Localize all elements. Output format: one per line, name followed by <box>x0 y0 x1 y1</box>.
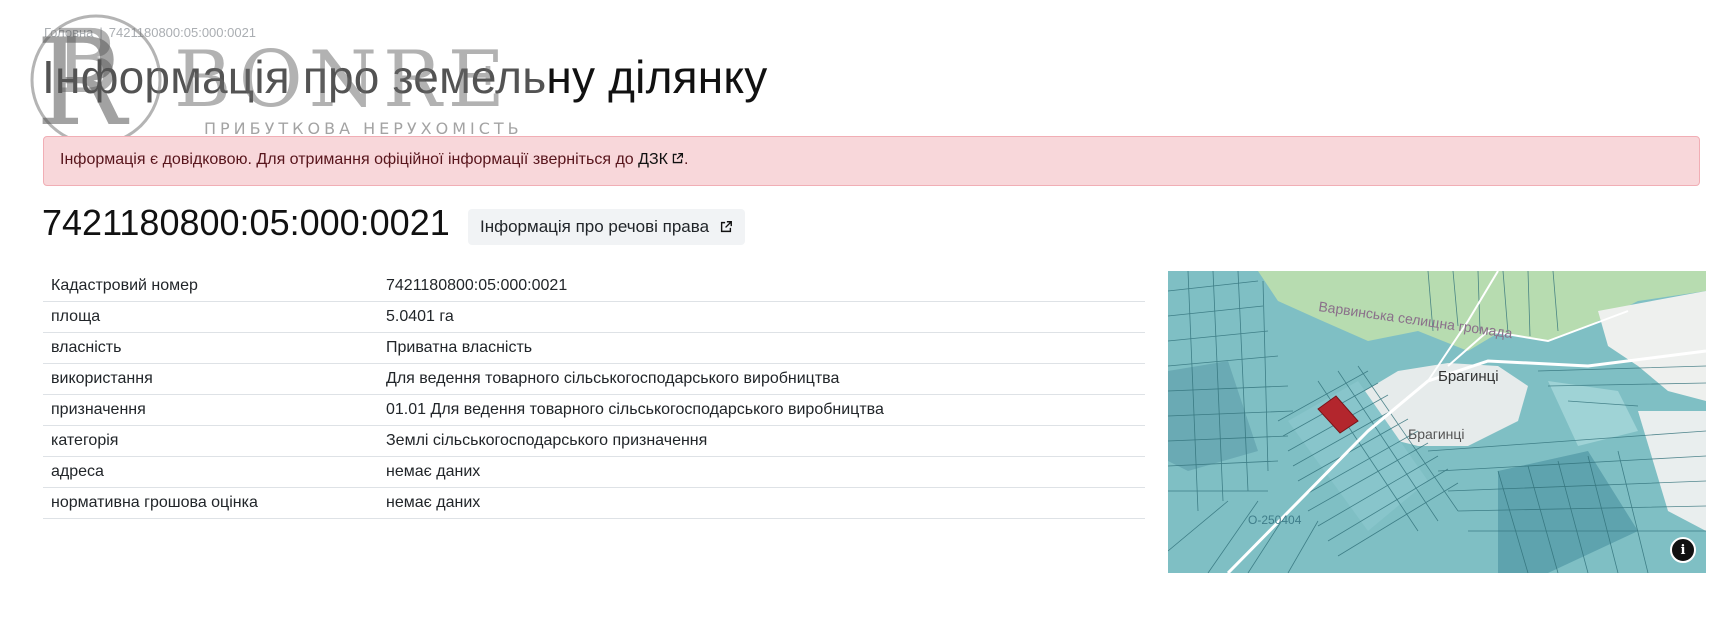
row-label: використання <box>43 363 378 395</box>
row-value: немає даних <box>378 487 1145 519</box>
table-row: призначення 01.01 Для ведення товарного с… <box>43 394 1145 426</box>
page: Головна | 7421180800:05:000:0021 Інформаці… <box>0 0 1734 623</box>
page-title: Інформація про земельну ділянку <box>42 51 768 103</box>
breadcrumb: Головна | 7421180800:05:000:0021 <box>44 25 256 40</box>
property-rights-button-label: Інформація про речові права <box>480 217 710 236</box>
dzk-link-label: ДЗК <box>638 151 668 168</box>
table-row: використання Для ведення товарного сільсь… <box>43 363 1145 395</box>
row-value: 5.0401 га <box>378 301 1145 333</box>
row-label: площа <box>43 301 378 333</box>
cadastral-number-heading: 7421180800:05:000:0021 <box>42 202 450 243</box>
map-label-town: Брагинці <box>1408 426 1465 442</box>
info-icon[interactable]: i <box>1670 537 1696 563</box>
breadcrumb-current: 7421180800:05:000:0021 <box>108 25 257 40</box>
row-value: 7421180800:05:000:0021 <box>378 271 1145 302</box>
table-row: площа 5.0401 га <box>43 301 1145 333</box>
disclaimer-alert: Інформація є довідковою. Для отримання о… <box>43 136 1700 186</box>
row-label: призначення <box>43 394 378 426</box>
parcel-info-table: Кадастровий номер 7421180800:05:000:0021 … <box>43 271 1145 519</box>
breadcrumb-separator: | <box>99 25 103 40</box>
table-row: власність Приватна власність <box>43 332 1145 364</box>
external-link-icon <box>672 152 683 164</box>
property-rights-button[interactable]: Інформація про речові права <box>468 209 746 245</box>
row-value: Землі сільськогосподарського призначення <box>378 425 1145 457</box>
row-value: Приватна власність <box>378 332 1145 364</box>
table-row: Кадастровий номер 7421180800:05:000:0021 <box>43 271 1145 302</box>
table-row: адреса немає даних <box>43 456 1145 488</box>
row-label: Кадастровий номер <box>43 271 378 302</box>
row-label: адреса <box>43 456 378 488</box>
row-label: категорія <box>43 425 378 457</box>
map-label-road: О-250404 <box>1248 513 1302 527</box>
row-value: Для ведення товарного сільськогосподарсь… <box>378 363 1145 395</box>
alert-suffix: . <box>683 151 689 168</box>
row-label: власність <box>43 332 378 364</box>
dzk-link[interactable]: ДЗК <box>638 151 684 168</box>
map-canvas[interactable]: Варвинська селищна громада Брагинці Браг… <box>1168 271 1706 573</box>
parcel-map[interactable]: Варвинська селищна громада Брагинці Браг… <box>1168 271 1706 573</box>
map-label-town: Брагинці <box>1438 368 1499 385</box>
alert-text: Інформація є довідковою. Для отримання о… <box>60 151 634 168</box>
row-value: немає даних <box>378 456 1145 488</box>
table-row: нормативна грошова оцінка немає даних <box>43 487 1145 519</box>
external-link-icon <box>720 221 732 233</box>
row-value: 01.01 Для ведення товарного сільськогосп… <box>378 394 1145 426</box>
row-label: нормативна грошова оцінка <box>43 487 378 519</box>
breadcrumb-home-link[interactable]: Головна <box>44 25 93 40</box>
table-row: категорія Землі сільськогосподарського пр… <box>43 425 1145 457</box>
